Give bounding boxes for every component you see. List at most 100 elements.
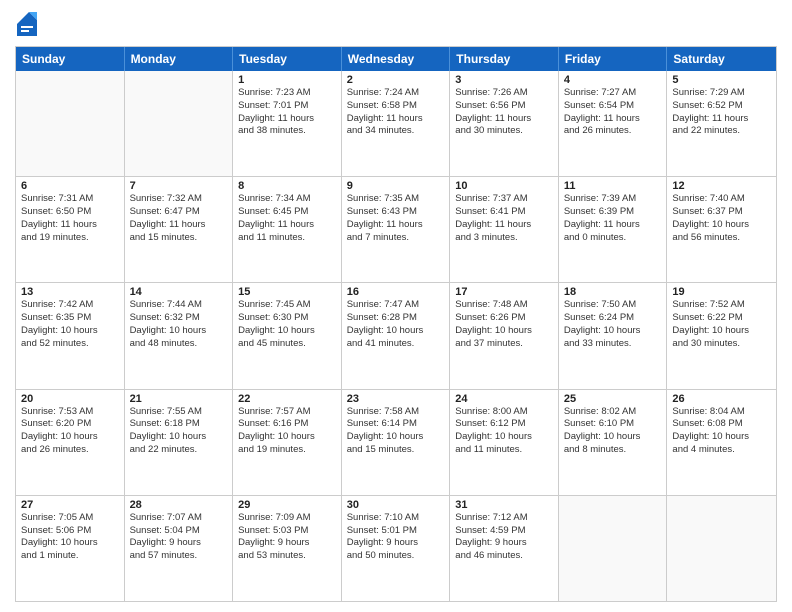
cell-info-line: Sunset: 6:54 PM [564,100,662,113]
cell-info-line: Sunrise: 7:53 AM [21,406,119,419]
cell-info-line: Sunrise: 7:32 AM [130,193,228,206]
cell-info-line: and 41 minutes. [347,338,445,351]
cell-info-line: and 52 minutes. [21,338,119,351]
cell-info-line: and 26 minutes. [564,125,662,138]
day-of-week-friday: Friday [559,47,668,71]
day-cell-15: 15Sunrise: 7:45 AMSunset: 6:30 PMDayligh… [233,283,342,388]
cell-info-line: Sunset: 6:58 PM [347,100,445,113]
day-of-week-monday: Monday [125,47,234,71]
cell-info-line: Sunrise: 7:05 AM [21,512,119,525]
day-number: 10 [455,180,553,192]
cell-info-line: and 38 minutes. [238,125,336,138]
cell-info-line: Sunrise: 7:27 AM [564,87,662,100]
cell-info-line: Daylight: 11 hours [347,219,445,232]
cell-info-line: Daylight: 9 hours [130,537,228,550]
cell-info-line: and 30 minutes. [672,338,771,351]
day-cell-16: 16Sunrise: 7:47 AMSunset: 6:28 PMDayligh… [342,283,451,388]
cell-info-line: Sunset: 6:14 PM [347,418,445,431]
day-cell-21: 21Sunrise: 7:55 AMSunset: 6:18 PMDayligh… [125,390,234,495]
day-cell-3: 3Sunrise: 7:26 AMSunset: 6:56 PMDaylight… [450,71,559,176]
day-cell-1: 1Sunrise: 7:23 AMSunset: 7:01 PMDaylight… [233,71,342,176]
cell-info-line: Sunset: 6:28 PM [347,312,445,325]
cell-info-line: Sunset: 6:56 PM [455,100,553,113]
cell-info-line: Sunrise: 7:47 AM [347,299,445,312]
calendar-header: SundayMondayTuesdayWednesdayThursdayFrid… [16,47,776,71]
cell-info-line: Sunset: 6:16 PM [238,418,336,431]
cell-info-line: and 11 minutes. [238,232,336,245]
day-cell-8: 8Sunrise: 7:34 AMSunset: 6:45 PMDaylight… [233,177,342,282]
day-number: 28 [130,499,228,511]
cell-info-line: Sunrise: 7:57 AM [238,406,336,419]
cell-info-line: Daylight: 10 hours [672,431,771,444]
day-cell-17: 17Sunrise: 7:48 AMSunset: 6:26 PMDayligh… [450,283,559,388]
cell-info-line: Sunset: 5:03 PM [238,525,336,538]
cell-info-line: Sunrise: 7:52 AM [672,299,771,312]
cell-info-line: Sunrise: 7:26 AM [455,87,553,100]
cell-info-line: Daylight: 10 hours [21,325,119,338]
cell-info-line: and 3 minutes. [455,232,553,245]
cell-info-line: and 19 minutes. [21,232,119,245]
day-number: 15 [238,286,336,298]
cell-info-line: Sunset: 6:47 PM [130,206,228,219]
cell-info-line: and 46 minutes. [455,550,553,563]
cell-info-line: Daylight: 11 hours [672,113,771,126]
header [15,10,777,38]
cell-info-line: Sunset: 6:24 PM [564,312,662,325]
day-number: 23 [347,393,445,405]
day-of-week-saturday: Saturday [667,47,776,71]
cell-info-line: Daylight: 10 hours [455,325,553,338]
empty-cell [559,496,668,601]
cell-info-line: and 0 minutes. [564,232,662,245]
day-cell-28: 28Sunrise: 7:07 AMSunset: 5:04 PMDayligh… [125,496,234,601]
cell-info-line: and 11 minutes. [455,444,553,457]
day-cell-23: 23Sunrise: 7:58 AMSunset: 6:14 PMDayligh… [342,390,451,495]
cell-info-line: Sunrise: 7:29 AM [672,87,771,100]
day-cell-30: 30Sunrise: 7:10 AMSunset: 5:01 PMDayligh… [342,496,451,601]
cell-info-line: Sunrise: 7:12 AM [455,512,553,525]
cell-info-line: and 53 minutes. [238,550,336,563]
day-number: 16 [347,286,445,298]
cell-info-line: Sunset: 5:01 PM [347,525,445,538]
day-cell-11: 11Sunrise: 7:39 AMSunset: 6:39 PMDayligh… [559,177,668,282]
day-number: 9 [347,180,445,192]
cell-info-line: Daylight: 10 hours [564,431,662,444]
cell-info-line: Sunrise: 7:37 AM [455,193,553,206]
cell-info-line: and 30 minutes. [455,125,553,138]
cell-info-line: Sunrise: 7:24 AM [347,87,445,100]
day-cell-4: 4Sunrise: 7:27 AMSunset: 6:54 PMDaylight… [559,71,668,176]
day-number: 17 [455,286,553,298]
cell-info-line: Daylight: 10 hours [238,325,336,338]
cell-info-line: Sunrise: 7:44 AM [130,299,228,312]
cell-info-line: Daylight: 11 hours [455,113,553,126]
cell-info-line: Sunset: 6:12 PM [455,418,553,431]
day-number: 13 [21,286,119,298]
cell-info-line: Daylight: 9 hours [455,537,553,550]
cell-info-line: Sunrise: 7:55 AM [130,406,228,419]
cell-info-line: Daylight: 11 hours [564,219,662,232]
cell-info-line: Daylight: 10 hours [455,431,553,444]
cell-info-line: Daylight: 11 hours [21,219,119,232]
cell-info-line: Sunset: 5:04 PM [130,525,228,538]
cell-info-line: Sunset: 6:41 PM [455,206,553,219]
cell-info-line: Sunrise: 7:58 AM [347,406,445,419]
cell-info-line: and 15 minutes. [130,232,228,245]
day-cell-7: 7Sunrise: 7:32 AMSunset: 6:47 PMDaylight… [125,177,234,282]
day-number: 4 [564,74,662,86]
cell-info-line: Sunset: 6:45 PM [238,206,336,219]
cell-info-line: Daylight: 11 hours [347,113,445,126]
cell-info-line: Sunrise: 7:42 AM [21,299,119,312]
day-number: 6 [21,180,119,192]
cell-info-line: Daylight: 10 hours [347,325,445,338]
cell-info-line: Sunrise: 7:35 AM [347,193,445,206]
cell-info-line: Daylight: 10 hours [564,325,662,338]
cell-info-line: Sunrise: 7:09 AM [238,512,336,525]
cell-info-line: Sunrise: 8:00 AM [455,406,553,419]
day-cell-27: 27Sunrise: 7:05 AMSunset: 5:06 PMDayligh… [16,496,125,601]
day-number: 2 [347,74,445,86]
cell-info-line: Daylight: 9 hours [347,537,445,550]
cell-info-line: and 8 minutes. [564,444,662,457]
day-cell-24: 24Sunrise: 8:00 AMSunset: 6:12 PMDayligh… [450,390,559,495]
day-cell-12: 12Sunrise: 7:40 AMSunset: 6:37 PMDayligh… [667,177,776,282]
cell-info-line: and 26 minutes. [21,444,119,457]
cell-info-line: Daylight: 11 hours [564,113,662,126]
